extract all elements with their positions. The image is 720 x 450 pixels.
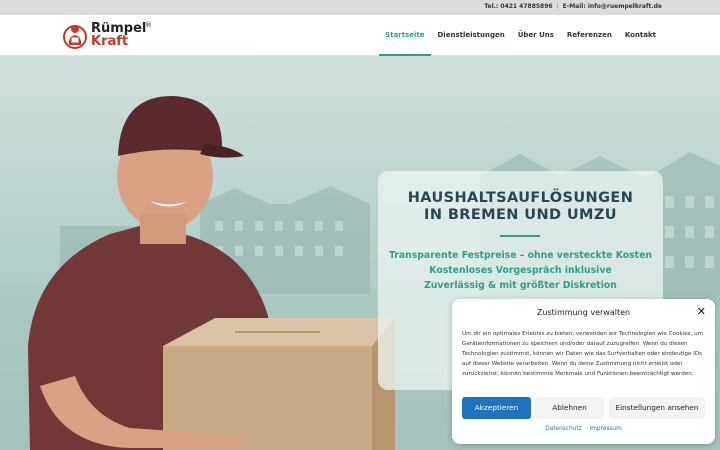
separator: | <box>556 3 559 10</box>
nav-item-referenzen[interactable]: Referenzen <box>567 15 612 55</box>
logo-text-kraft: Kraft <box>91 34 129 49</box>
hero-section: HAUSHALTSAUFLÖSUNGEN IN BREMEN UND UMZU … <box>0 56 720 450</box>
consent-title: Zustimmung verwalten <box>536 308 631 317</box>
nav-item-kontakt[interactable]: Kontakt <box>625 15 656 55</box>
hero-title-line2: IN BREMEN UND UMZU <box>424 207 617 223</box>
registered-mark: ® <box>145 21 152 29</box>
hero-title-line1: HAUSHALTSAUFLÖSUNGEN <box>407 190 634 206</box>
title-divider <box>500 235 540 237</box>
main-nav: Startseite Dienstleistungen Über Uns Ref… <box>372 15 656 56</box>
phone-link[interactable]: Tel.: 0421 47885896 <box>484 3 552 10</box>
cookie-consent-dialog: Zustimmung verwalten ✕ Um dir ein optima… <box>452 299 715 444</box>
privacy-link[interactable]: Datenschutz <box>545 426 581 432</box>
imprint-link[interactable]: Impressum <box>590 426 622 432</box>
consent-text: Um dir ein optimales Erlebnis zu bieten,… <box>462 331 704 377</box>
email-link[interactable]: E-Mail: info@ruempelkraft.de <box>563 3 662 10</box>
logo-mark-icon <box>63 25 87 49</box>
top-info-bar: Tel.: 0421 47885896 | E-Mail: info@ruempel… <box>0 0 720 15</box>
accept-button[interactable]: Akzeptieren <box>462 397 531 419</box>
nav-item-dienstleistungen[interactable]: Dienstleistungen <box>438 15 505 55</box>
nav-item-startseite[interactable]: Startseite <box>379 15 431 56</box>
hero-point-vorgespraech: Kostenloses Vorgespräch inklusive <box>429 265 612 276</box>
hero-point-festpreise: Transparente Festpreise – ohne versteckt… <box>388 250 653 261</box>
contact-info: Tel.: 0421 47885896 | E-Mail: info@ruempel… <box>484 3 662 10</box>
site-header: Rümpel Kraft ® Startseite Dienstleistung… <box>0 15 720 56</box>
logo[interactable]: Rümpel Kraft ® <box>62 19 154 53</box>
deny-button[interactable]: Ablehnen <box>535 397 604 419</box>
nav-item-ueber-uns[interactable]: Über Uns <box>518 15 554 55</box>
consent-links: Datenschutz Impressum <box>452 426 715 432</box>
close-icon[interactable]: ✕ <box>697 305 706 319</box>
settings-button[interactable]: Einstellungen ansehen <box>609 397 705 419</box>
hero-point-diskretion: Zuverlässig & mit größter Diskretion <box>424 280 617 291</box>
